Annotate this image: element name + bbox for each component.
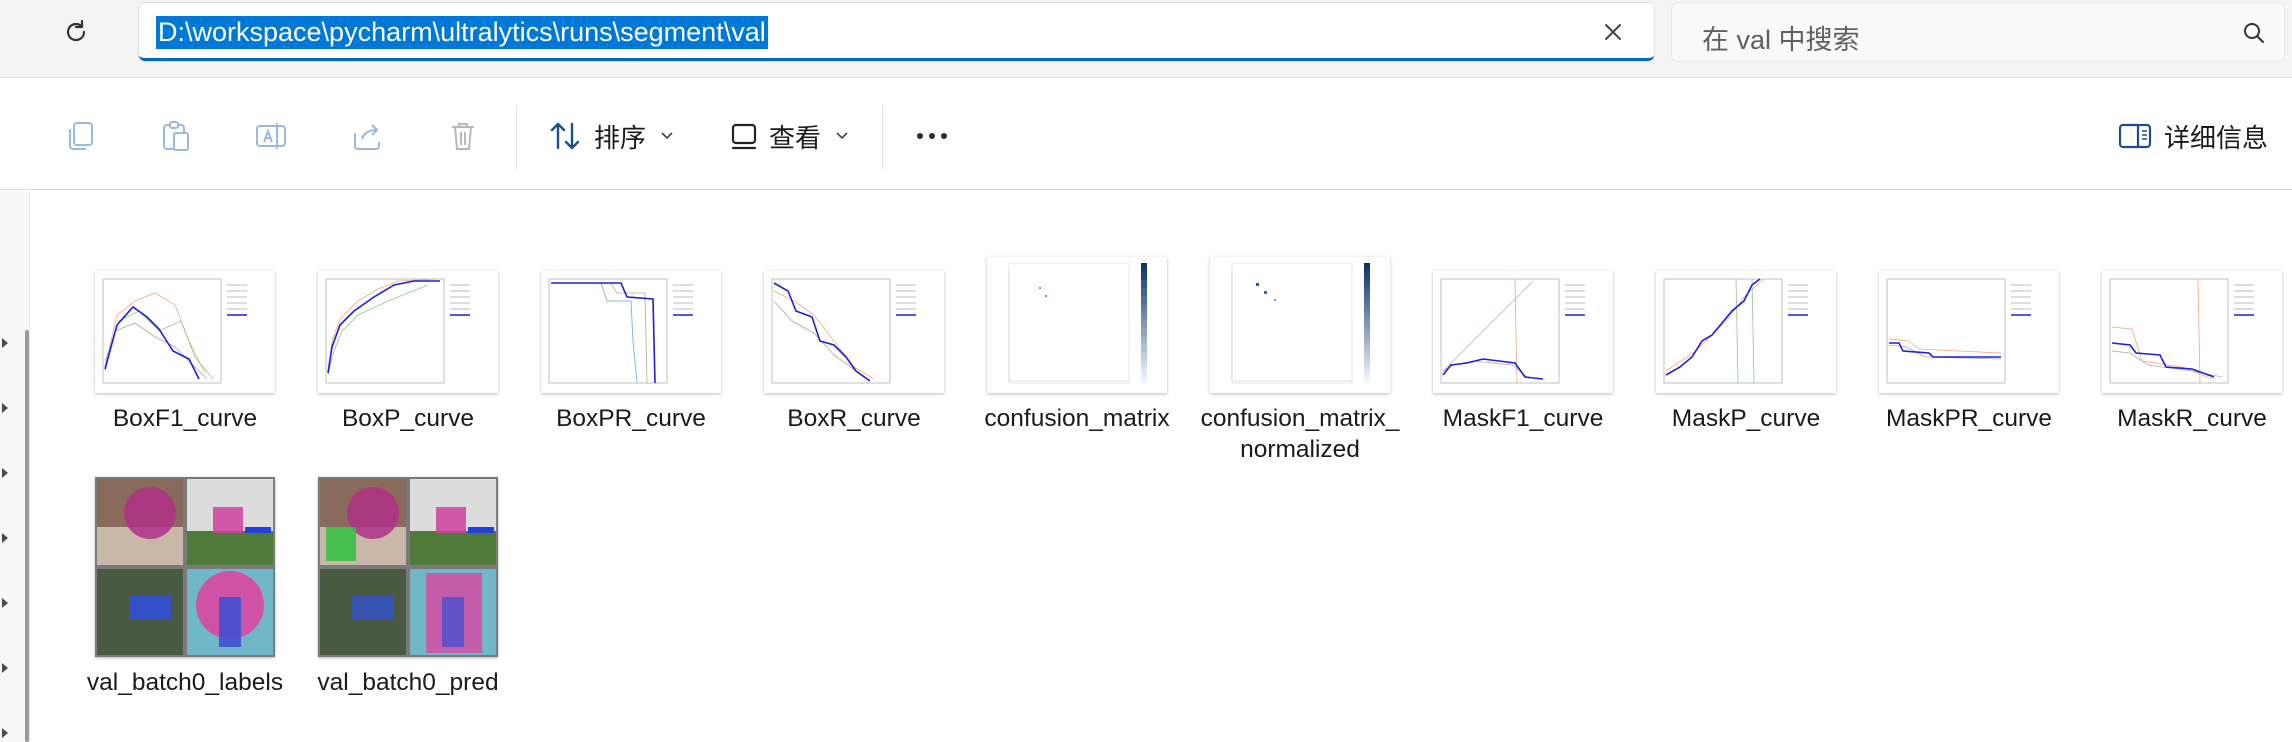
sort-icon [550, 122, 580, 150]
file-item[interactable]: MaskR_curve [2087, 271, 2292, 434]
file-item[interactable]: BoxF1_curve [80, 271, 290, 434]
details-pane-icon [2118, 123, 2152, 149]
file-name: BoxF1_curve [112, 405, 258, 432]
chevron-down-icon [836, 132, 848, 140]
delete-icon [452, 123, 474, 150]
file-thumbnail [318, 477, 498, 657]
search-icon[interactable] [2240, 19, 2268, 47]
command-bar: 排序 查看 详细信息 [0, 79, 2292, 190]
file-thumbnail [541, 271, 721, 393]
file-thumbnail [1879, 271, 2059, 393]
refresh-button[interactable] [52, 12, 100, 52]
file-item[interactable]: val_batch0_labels [80, 477, 290, 698]
more-options-button[interactable] [911, 121, 953, 151]
address-path-text[interactable]: D:\workspace\pycharm\ultralytics\runs\se… [156, 16, 768, 49]
view-button[interactable]: 查看 [729, 111, 849, 161]
file-item[interactable]: MaskP_curve [1641, 271, 1851, 434]
details-label: 详细信息 [2164, 122, 2269, 153]
file-name: confusion_matrix [984, 405, 1170, 432]
copy-icon [69, 122, 93, 150]
nav-scrollbar[interactable] [25, 330, 29, 742]
search-placeholder: 在 val 中搜索 [1702, 25, 1860, 55]
share-icon [354, 124, 380, 150]
delete-button[interactable] [442, 115, 484, 157]
search-input[interactable]: 在 val 中搜索 [1672, 3, 2284, 61]
expand-arrow-icon[interactable] [2, 468, 8, 478]
clear-address-button[interactable] [1598, 17, 1628, 47]
file-name: val_batch0_pred [317, 669, 499, 696]
address-bar-row: D:\workspace\pycharm\ultralytics\runs\se… [0, 0, 2292, 78]
file-name: MaskPR_curve [1885, 405, 2053, 432]
paste-icon [163, 121, 189, 151]
expand-arrow-icon[interactable] [2, 338, 8, 348]
view-label: 查看 [769, 122, 822, 153]
file-item[interactable]: BoxPR_curve [526, 271, 736, 434]
file-thumbnail [95, 271, 275, 393]
file-item[interactable]: MaskPR_curve [1864, 271, 2074, 434]
file-thumbnail [318, 271, 498, 393]
expand-arrow-icon[interactable] [2, 598, 8, 608]
refresh-icon [66, 19, 86, 42]
file-item[interactable]: confusion_matrix [972, 257, 1182, 434]
file-item[interactable]: MaskF1_curve [1418, 271, 1628, 434]
details-pane-button[interactable]: 详细信息 [2118, 111, 2268, 161]
file-thumbnail [95, 477, 275, 657]
expand-arrow-icon[interactable] [2, 728, 8, 738]
chevron-down-icon [661, 132, 673, 140]
file-item[interactable]: BoxR_curve [749, 271, 959, 434]
expand-arrow-icon[interactable] [2, 663, 8, 673]
toolbar-divider [882, 105, 883, 169]
sort-button[interactable]: 排序 [548, 111, 674, 161]
file-grid: BoxF1_curve BoxP_curve BoxPR_curve BoxR_… [30, 191, 2292, 742]
share-button[interactable] [346, 115, 388, 157]
file-name: val_batch0_labels [86, 669, 284, 696]
expand-arrow-icon[interactable] [2, 533, 8, 543]
file-name: BoxPR_curve [556, 405, 706, 432]
view-icon [731, 123, 757, 150]
toolbar-divider [516, 105, 517, 169]
file-thumbnail [764, 271, 944, 393]
file-name: BoxR_curve [787, 405, 921, 432]
paste-button[interactable] [155, 115, 197, 157]
file-thumbnail [987, 257, 1167, 393]
file-name: MaskP_curve [1671, 405, 1821, 432]
file-thumbnail [2102, 271, 2282, 393]
file-item[interactable]: confusion_matrix_normalized [1195, 257, 1405, 465]
file-item[interactable]: BoxP_curve [303, 271, 513, 434]
file-thumbnail [1433, 271, 1613, 393]
address-input[interactable]: D:\workspace\pycharm\ultralytics\runs\se… [139, 3, 1654, 61]
file-name: MaskR_curve [2117, 405, 2267, 432]
file-name: BoxP_curve [341, 405, 475, 432]
file-item[interactable]: val_batch0_pred [303, 477, 513, 698]
rename-icon [256, 123, 286, 149]
copy-button[interactable] [59, 115, 101, 157]
file-thumbnail [1656, 271, 1836, 393]
file-thumbnail [1210, 257, 1390, 393]
rename-button[interactable] [250, 115, 292, 157]
file-name: MaskF1_curve [1442, 405, 1604, 432]
expand-arrow-icon[interactable] [2, 403, 8, 413]
file-name: confusion_matrix_normalized [1200, 405, 1400, 463]
close-icon [1605, 24, 1621, 40]
sort-label: 排序 [594, 122, 647, 153]
more-icon [917, 133, 923, 139]
